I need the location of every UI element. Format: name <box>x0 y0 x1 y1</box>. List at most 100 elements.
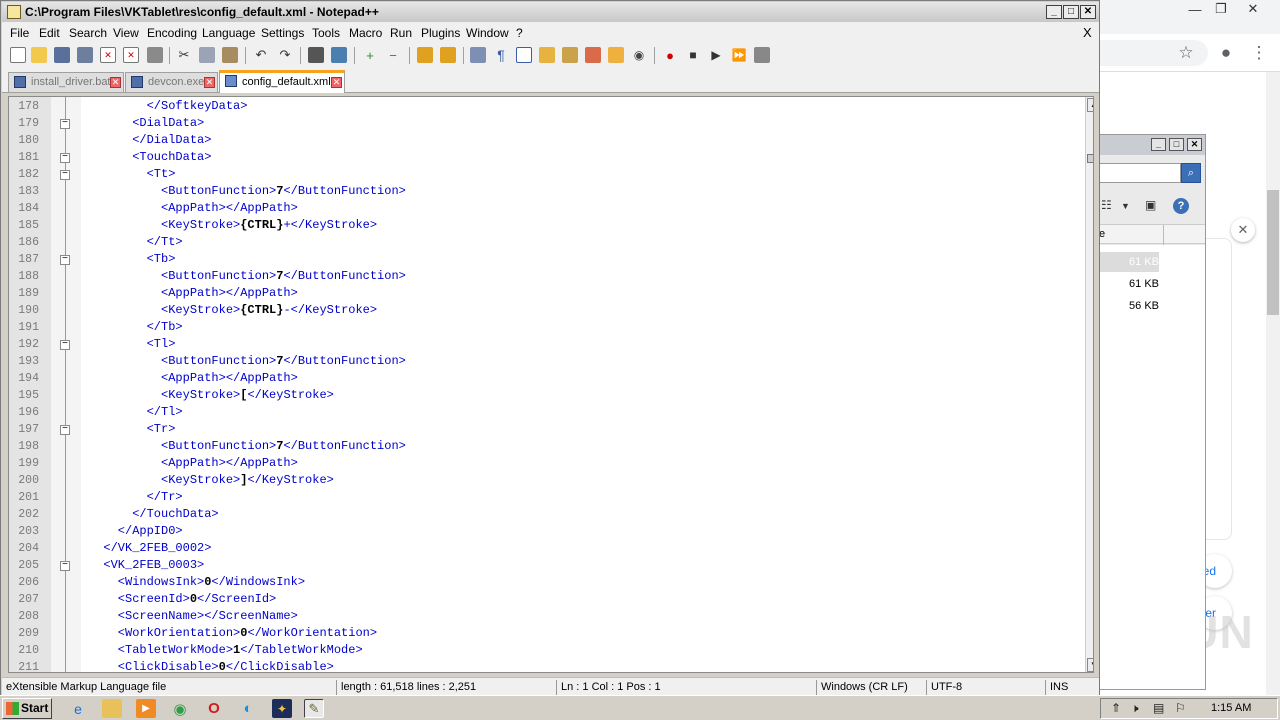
code-line[interactable]: 201 </Tr> <box>9 489 1079 506</box>
browser-close-button[interactable]: ✕ <box>1238 0 1268 18</box>
close-all-icon[interactable]: ✕ <box>123 47 139 63</box>
doc-map-icon[interactable] <box>562 47 578 63</box>
action-center-flag-icon[interactable]: ⚐ <box>1175 701 1186 715</box>
close-document-button[interactable]: X <box>1083 25 1092 40</box>
code-line[interactable]: 209 <WorkOrientation>0</WorkOrientation> <box>9 625 1079 642</box>
maximize-button[interactable]: □ <box>1063 5 1079 19</box>
help-icon[interactable]: ? <box>1173 198 1189 214</box>
undo-icon[interactable]: ↶ <box>253 47 269 63</box>
explorer-search-input[interactable] <box>1099 163 1181 183</box>
file-size-cell[interactable]: 56 KB <box>1099 296 1159 316</box>
code-line[interactable]: 185 <KeyStroke>{CTRL}+</KeyStroke> <box>9 217 1079 234</box>
opera-icon[interactable]: O <box>204 699 224 718</box>
word-wrap-icon[interactable] <box>470 47 486 63</box>
menu-tools[interactable]: Tools <box>312 26 340 40</box>
editor-area[interactable]: 178 </SoftkeyData> 179 − <DialData> 180 </D… <box>8 96 1094 673</box>
menu-plugins[interactable]: Plugins <box>421 26 460 40</box>
redo-icon[interactable]: ↷ <box>277 47 293 63</box>
zoom-in-icon[interactable]: + <box>362 47 378 63</box>
editor-vertical-scrollbar[interactable]: ▲ ▼ <box>1085 97 1093 672</box>
find-icon[interactable] <box>308 47 324 63</box>
menu-run[interactable]: Run <box>390 26 412 40</box>
show-hidden-icons-icon[interactable]: ⇑ <box>1111 701 1121 715</box>
function-list-icon[interactable] <box>585 47 601 63</box>
scroll-up-arrow-icon[interactable]: ▲ <box>1087 98 1093 112</box>
fold-toggle-icon[interactable]: − <box>60 153 70 163</box>
code-line[interactable]: 204 </VK_2FEB_0002> <box>9 540 1079 557</box>
search-icon[interactable]: ⌕ <box>1181 163 1201 183</box>
save-icon[interactable] <box>54 47 70 63</box>
menu-macro[interactable]: Macro <box>349 26 382 40</box>
menu-window[interactable]: Window <box>466 26 509 40</box>
folder-icon[interactable] <box>102 699 122 718</box>
code-line[interactable]: 192 − <Tl> <box>9 336 1079 353</box>
browser-menu-icon[interactable]: ⋮ <box>1248 42 1270 64</box>
vktablet-icon[interactable]: ✦ <box>272 699 292 718</box>
tab-close-icon[interactable]: ✕ <box>331 77 342 88</box>
code-line[interactable]: 184 <AppPath></AppPath> <box>9 200 1079 217</box>
sync-horizontal-icon[interactable] <box>440 47 456 63</box>
code-line[interactable]: 205 − <VK_2FEB_0003> <box>9 557 1079 574</box>
card-close-icon[interactable]: ✕ <box>1231 218 1255 242</box>
code-line[interactable]: 187 − <Tb> <box>9 251 1079 268</box>
code-line[interactable]: 208 <ScreenName></ScreenName> <box>9 608 1079 625</box>
tab-close-icon[interactable]: ✕ <box>110 77 121 88</box>
fold-toggle-icon[interactable]: − <box>60 170 70 180</box>
code-line[interactable]: 207 <ScreenId>0</ScreenId> <box>9 591 1079 608</box>
explorer-column-header[interactable]: e <box>1099 224 1205 245</box>
code-line[interactable]: 181 − <TouchData> <box>9 149 1079 166</box>
file-size-cell[interactable]: 61 KB <box>1099 274 1159 294</box>
code-line[interactable]: 178 </SoftkeyData> <box>9 98 1079 115</box>
zoom-out-icon[interactable]: − <box>385 47 401 63</box>
sync-vertical-icon[interactable] <box>417 47 433 63</box>
explorer-close-button[interactable]: ✕ <box>1187 138 1202 151</box>
record-macro-icon[interactable]: ● <box>662 47 678 63</box>
code-line[interactable]: 191 </Tb> <box>9 319 1079 336</box>
volume-icon[interactable]: 🕨 <box>1131 701 1139 716</box>
new-file-icon[interactable] <box>10 47 26 63</box>
code-line[interactable]: 203 </AppID0> <box>9 523 1079 540</box>
show-all-chars-icon[interactable]: ¶ <box>493 47 509 63</box>
menu-help[interactable]: ? <box>516 26 523 40</box>
code-line[interactable]: 186 </Tt> <box>9 234 1079 251</box>
copy-icon[interactable] <box>199 47 215 63</box>
open-file-icon[interactable] <box>31 47 47 63</box>
view-options-icon[interactable]: ☷ <box>1101 198 1112 214</box>
close-icon[interactable]: ✕ <box>100 47 116 63</box>
menu-file[interactable]: File <box>10 26 29 40</box>
cut-icon[interactable]: ✂ <box>176 47 192 63</box>
code-line[interactable]: 190 <KeyStroke>{CTRL}-</KeyStroke> <box>9 302 1079 319</box>
profile-avatar-icon[interactable]: ● <box>1215 42 1237 64</box>
indent-guide-icon[interactable] <box>516 47 532 63</box>
code-line[interactable]: 183 <ButtonFunction>7</ButtonFunction> <box>9 183 1079 200</box>
code-line[interactable]: 206 <WindowsInk>0</WindowsInk> <box>9 574 1079 591</box>
code-line[interactable]: 188 <ButtonFunction>7</ButtonFunction> <box>9 268 1079 285</box>
menu-settings[interactable]: Settings <box>261 26 304 40</box>
explorer-minimize-button[interactable]: _ <box>1151 138 1166 151</box>
code-line[interactable]: 198 <ButtonFunction>7</ButtonFunction> <box>9 438 1079 455</box>
minimize-button[interactable]: _ <box>1046 5 1062 19</box>
print-icon[interactable] <box>147 47 163 63</box>
code-line[interactable]: 194 <AppPath></AppPath> <box>9 370 1079 387</box>
close-button[interactable]: ✕ <box>1080 5 1096 19</box>
code-line[interactable]: 199 <AppPath></AppPath> <box>9 455 1079 472</box>
edge-icon[interactable]: ◐ <box>238 699 258 718</box>
fold-toggle-icon[interactable]: − <box>60 425 70 435</box>
code-line[interactable]: 200 <KeyStroke>]</KeyStroke> <box>9 472 1079 489</box>
code-line[interactable]: 197 − <Tr> <box>9 421 1079 438</box>
start-button[interactable]: Start <box>2 698 52 719</box>
fold-toggle-icon[interactable]: − <box>60 119 70 129</box>
code-line[interactable]: 182 − <Tt> <box>9 166 1079 183</box>
menu-edit[interactable]: Edit <box>39 26 60 40</box>
chevron-down-icon[interactable]: ▼ <box>1121 201 1130 217</box>
menu-search[interactable]: Search <box>69 26 107 40</box>
folder-workspace-icon[interactable] <box>608 47 624 63</box>
save-macro-icon[interactable] <box>754 47 770 63</box>
code-line[interactable]: 211 <ClickDisable>0</ClickDisable> <box>9 659 1079 672</box>
stop-macro-icon[interactable]: ■ <box>685 47 701 63</box>
replace-icon[interactable] <box>331 47 347 63</box>
fold-toggle-icon[interactable]: − <box>60 255 70 265</box>
monitor-icon[interactable]: ◉ <box>631 47 647 63</box>
code-line[interactable]: 193 <ButtonFunction>7</ButtonFunction> <box>9 353 1079 370</box>
udl-icon[interactable] <box>539 47 555 63</box>
